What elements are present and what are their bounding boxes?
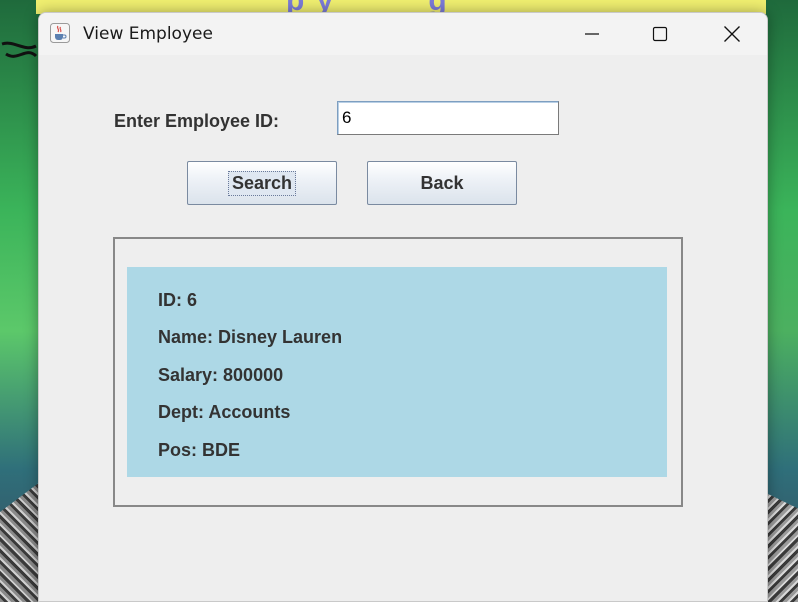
employee-details-panel: ID: 6 Name: Disney Lauren Salary: 800000… xyxy=(127,267,667,477)
title-bar[interactable]: View Employee xyxy=(39,13,767,55)
background-logo-fragment xyxy=(1,41,38,58)
employee-name-value: Name: Disney Lauren xyxy=(158,327,343,347)
employee-id-label: Enter Employee ID: xyxy=(114,111,280,131)
minimize-button[interactable] xyxy=(569,19,615,49)
minimize-icon xyxy=(585,33,599,35)
view-employee-window: View Employee Enter Employee ID: Search … xyxy=(38,12,768,602)
close-icon xyxy=(724,26,740,42)
close-button[interactable] xyxy=(709,19,755,49)
window-title: View Employee xyxy=(83,24,213,44)
search-button[interactable]: Search xyxy=(187,161,337,205)
employee-id-value: ID: 6 xyxy=(158,290,198,310)
wallpaper-rock-right xyxy=(764,492,798,602)
maximize-icon xyxy=(652,26,668,42)
back-button-label: Back xyxy=(420,172,464,193)
employee-dept-value: Dept: Accounts xyxy=(158,402,291,422)
back-button[interactable]: Back xyxy=(367,161,517,205)
maximize-button[interactable] xyxy=(637,19,683,49)
employee-pos-value: Pos: BDE xyxy=(158,440,241,460)
employee-salary-value: Salary: 800000 xyxy=(158,365,284,385)
java-cup-icon xyxy=(50,23,70,43)
search-button-label: Search xyxy=(227,170,297,196)
employee-id-input[interactable] xyxy=(337,101,559,135)
